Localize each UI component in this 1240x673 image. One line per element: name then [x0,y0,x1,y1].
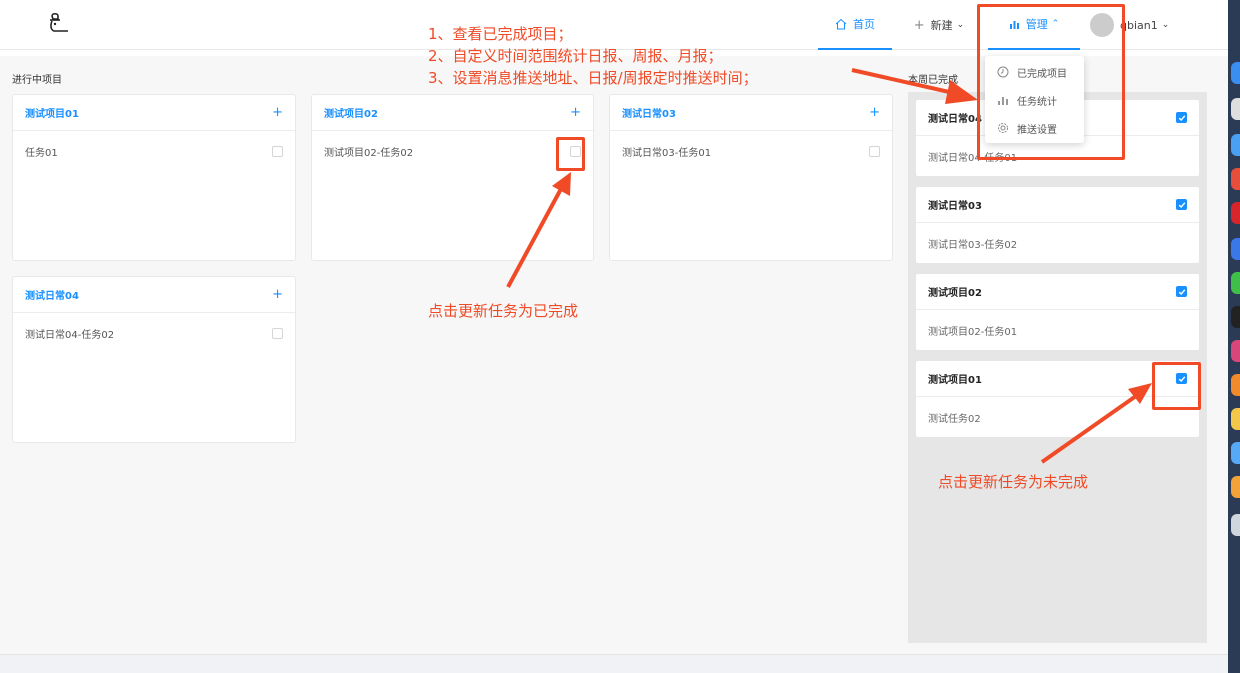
nav-home[interactable]: 首页 [818,0,892,50]
done-card: 测试项目02 测试项目02-任务01 [916,274,1199,350]
nav-new-label: 新建 [930,19,953,32]
highlight-box-complete-checkbox [556,137,585,171]
task-complete-checkbox[interactable] [869,145,880,157]
project-card-header: 测试日常04 + [13,277,295,313]
done-week-section-title: 本周已完成 [908,75,958,86]
done-card-title: 测试项目02 [928,288,982,299]
annotation-complete-hint: 点击更新任务为已完成 [428,302,579,320]
task-complete-checkbox[interactable] [272,145,283,157]
task-incomplete-checkbox[interactable] [1176,286,1187,297]
done-card-title: 测试日常03 [928,201,982,212]
done-card-title: 测试项目01 [928,375,982,386]
dock-app-icon[interactable] [1231,408,1240,430]
task-label: 测试日常03-任务01 [622,147,712,159]
nav-new[interactable]: + 新建 ⌄ [906,0,972,50]
annotation-feature-2: 2、自定义时间范围统计日报、周报、月报； [428,47,723,65]
project-card-header: 测试项目02 + [312,95,593,131]
dock-app-icon[interactable] [1231,374,1240,396]
chevron-down-icon: ⌄ [1161,20,1170,30]
project-card-title[interactable]: 测试日常04 [25,287,79,302]
project-card: 测试项目01 + 任务01 [12,94,296,261]
dock-app-icon[interactable] [1231,168,1240,190]
done-card-header: 测试日常03 [916,187,1199,223]
dock-app-icon[interactable] [1231,476,1240,498]
dock-app-icon[interactable] [1231,272,1240,294]
task-row: 测试日常03-任务01 [610,131,892,171]
annotation-feature-1: 1、查看已完成项目； [428,25,573,43]
task-label: 测试日常04-任务02 [25,329,115,341]
project-card-title[interactable]: 测试项目02 [324,105,378,120]
task-row: 测试项目02-任务02 [312,131,593,171]
project-card: 测试日常04 + 测试日常04-任务02 [12,276,296,443]
in-progress-section-title: 进行中项目 [12,75,62,86]
logo-icon[interactable] [44,12,70,36]
project-card-title[interactable]: 测试项目01 [25,105,79,120]
annotation-incomplete-hint: 点击更新任务为未完成 [938,473,1089,491]
add-task-button[interactable]: + [272,288,283,301]
task-label: 测试项目02-任务02 [324,147,414,159]
username: qbian1 [1120,18,1158,32]
task-label: 任务01 [25,147,58,159]
task-row: 任务01 [13,131,295,171]
project-card-title[interactable]: 测试日常03 [622,105,676,120]
highlight-box-manage-menu [977,4,1125,160]
nav-home-label: 首页 [853,18,875,31]
task-incomplete-checkbox[interactable] [1176,199,1187,210]
add-task-button[interactable]: + [272,106,283,119]
dock-app-icon[interactable] [1231,442,1240,464]
add-task-button[interactable]: + [869,106,880,119]
done-task-row: 测试日常03-任务02 [928,239,1018,251]
project-card: 测试日常03 + 测试日常03-任务01 [609,94,893,261]
trash-icon[interactable] [1231,514,1240,536]
dock-app-icon[interactable] [1231,340,1240,362]
dock-app-icon[interactable] [1231,202,1240,224]
task-complete-checkbox[interactable] [272,327,283,339]
project-card: 测试项目02 + 测试项目02-任务02 [311,94,594,261]
add-task-button[interactable]: + [570,106,581,119]
annotation-feature-3: 3、设置消息推送地址、日报/周报定时推送时间； [428,69,758,87]
project-card-header: 测试项目01 + [13,95,295,131]
dock-app-icon[interactable] [1231,134,1240,156]
done-task-row: 测试项目02-任务01 [928,326,1018,338]
home-icon [835,18,847,30]
project-card-header: 测试日常03 + [610,95,892,131]
dock-app-icon[interactable] [1231,306,1240,328]
dock-app-icon[interactable] [1231,62,1240,84]
done-card-title: 测试日常04 [928,114,982,125]
done-card: 测试日常03 测试日常03-任务02 [916,187,1199,263]
plus-icon: + [913,17,925,33]
highlight-box-incomplete-checkbox [1152,362,1201,410]
dock-app-icon[interactable] [1231,238,1240,260]
footer-strip [0,654,1228,673]
task-row: 测试日常04-任务02 [13,313,295,353]
dock-app-icon[interactable] [1231,98,1240,120]
task-incomplete-checkbox[interactable] [1176,112,1187,123]
done-card-header: 测试项目02 [916,274,1199,310]
chevron-down-icon: ⌄ [956,20,965,30]
